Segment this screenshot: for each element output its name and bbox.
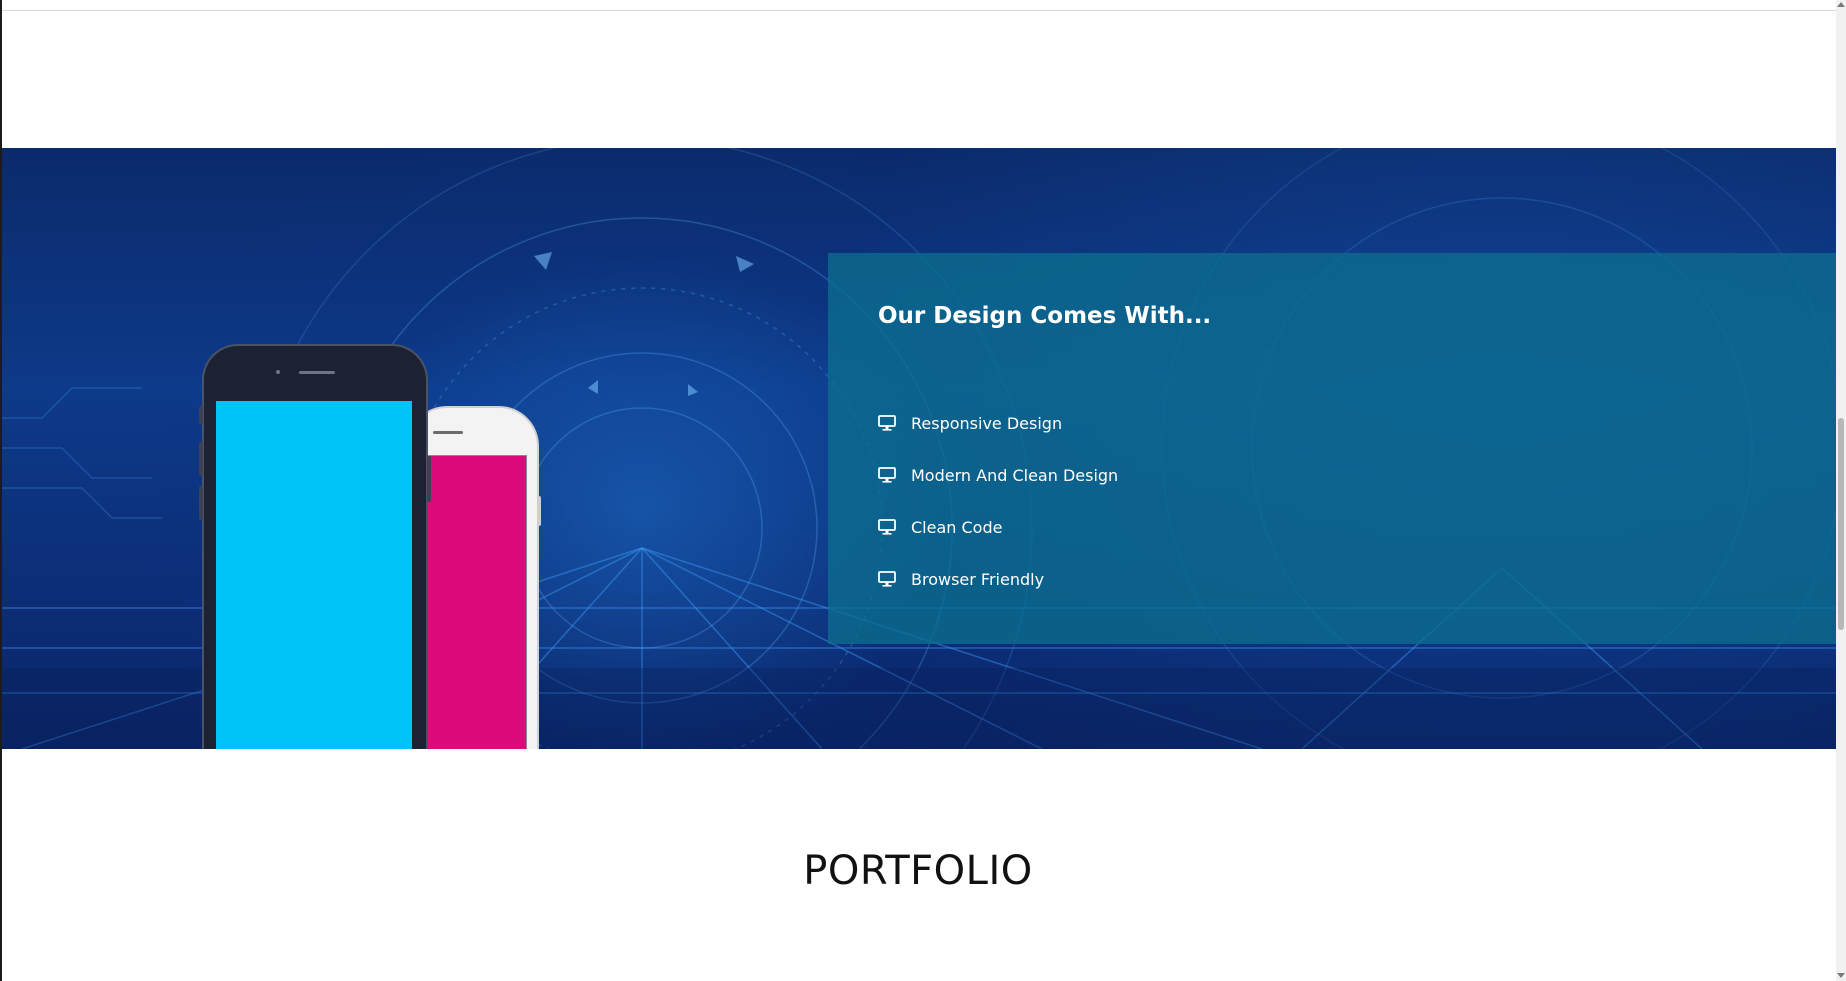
phone-volume-up: [199, 442, 203, 476]
phone-volume-down: [199, 486, 203, 520]
phone-mute-switch: [199, 406, 203, 424]
feature-item-label: Modern And Clean Design: [911, 465, 1119, 485]
feature-item-label: Responsive Design: [911, 413, 1063, 433]
monitor-icon: [878, 467, 896, 483]
feature-item-browser-friendly: Browser Friendly: [878, 553, 1118, 605]
scroll-down-arrow-icon[interactable]: [1837, 973, 1845, 978]
page-scrollbar[interactable]: [1836, 0, 1846, 981]
page: Our Design Comes With... Responsive Desi…: [0, 0, 1846, 981]
feature-item-modern-clean-design: Modern And Clean Design: [878, 449, 1118, 501]
monitor-icon: [878, 571, 896, 587]
panel-title: Our Design Comes With...: [878, 303, 1212, 329]
phone-screen-magenta: [427, 455, 527, 749]
phone-screen-cyan: [216, 401, 412, 749]
phone-power-button: [427, 456, 431, 502]
feature-list: Responsive Design Modern And Clean Desig…: [878, 397, 1118, 605]
phone-speaker: [433, 431, 463, 434]
design-features-panel: Our Design Comes With... Responsive Desi…: [828, 253, 1836, 644]
scrollbar-thumb[interactable]: [1838, 418, 1844, 630]
portfolio-heading: PORTFOLIO: [803, 848, 1033, 894]
phone-mockup-dark: [199, 346, 431, 749]
phone-side-button: [537, 496, 541, 526]
feature-item-responsive-design: Responsive Design: [878, 397, 1118, 449]
feature-item-clean-code: Clean Code: [878, 501, 1118, 553]
header-divider: [0, 10, 1836, 11]
scroll-up-arrow-icon[interactable]: [1837, 2, 1845, 7]
monitor-icon: [878, 415, 896, 431]
phone-camera: [276, 370, 280, 374]
monitor-icon: [878, 519, 896, 535]
phone-speaker: [299, 371, 335, 374]
feature-item-label: Clean Code: [911, 517, 1003, 537]
feature-item-label: Browser Friendly: [911, 569, 1045, 589]
